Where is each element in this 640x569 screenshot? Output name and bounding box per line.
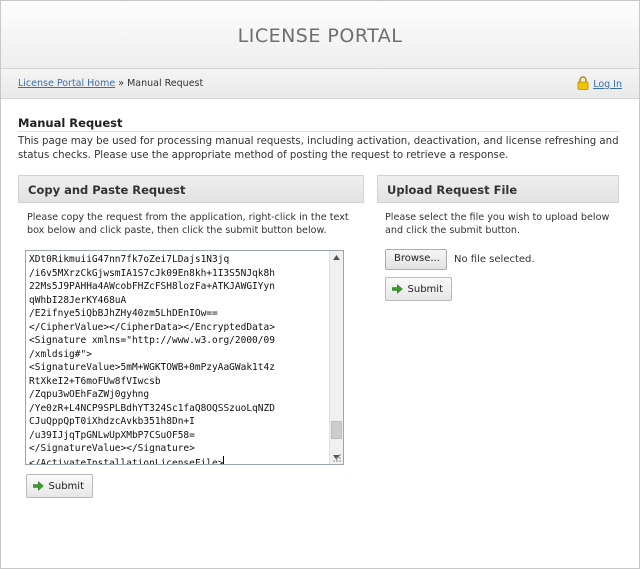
scroll-up-arrow-icon[interactable] bbox=[330, 251, 343, 264]
textarea-line: </SignatureValue></Signature> bbox=[29, 443, 195, 454]
portal-title: LICENSE PORTAL bbox=[237, 25, 403, 47]
submit-paste-button[interactable]: Submit bbox=[26, 474, 93, 498]
page-title: Manual Request bbox=[18, 116, 123, 130]
submit-paste-label: Submit bbox=[48, 480, 84, 492]
submit-upload-label: Submit bbox=[407, 283, 443, 295]
file-status: No file selected. bbox=[454, 254, 535, 265]
textarea-line: /E2ifnye5iQbBJhZHy40zm5LhDEnIOw== bbox=[29, 308, 218, 319]
textarea-line: CJuQppQpT0iXhdzcAvkb351h8Dn+I bbox=[29, 416, 195, 427]
header: LICENSE PORTAL bbox=[1, 1, 639, 69]
request-textarea-content: XDt0RikmuiiG47nn7fk7oZei7LDajs1N3jq /i6v… bbox=[29, 253, 329, 465]
textarea-line: 22Ms5J9PAHHa4AWcobFHZcFSH8lozFa+ATKJAWGI… bbox=[29, 281, 275, 292]
textarea-scrollbar[interactable] bbox=[329, 251, 343, 464]
breadcrumb: License Portal Home » Manual Request bbox=[18, 78, 203, 89]
login-link[interactable]: Log In bbox=[593, 79, 622, 90]
browse-button[interactable]: Browse... bbox=[385, 249, 447, 270]
login-area: Log In bbox=[577, 76, 622, 90]
text-cursor bbox=[223, 455, 225, 464]
breadcrumb-separator: » bbox=[115, 78, 128, 89]
intro-text: This page may be used for processing man… bbox=[18, 136, 619, 161]
breadcrumb-bar: License Portal Home » Manual Request Log… bbox=[1, 69, 639, 99]
textarea-line: </ActivateInstallationLicenseFile> bbox=[29, 457, 224, 465]
scrollbar-thumb[interactable] bbox=[331, 421, 342, 440]
submit-arrow-icon bbox=[392, 284, 403, 294]
request-textarea[interactable]: XDt0RikmuiiG47nn7fk7oZei7LDajs1N3jq /i6v… bbox=[25, 250, 344, 465]
textarea-line: /u39IJjqTpGNLwUpXMbP7CSuOF58= bbox=[29, 429, 195, 441]
textarea-line: /Ye0zR+L4NCP9SPLBdhYT324Sc1faQ8OQSSzuoLq… bbox=[29, 402, 275, 414]
textarea-line: </CipherValue></CipherData></EncryptedDa… bbox=[29, 321, 275, 333]
title-divider bbox=[18, 131, 619, 132]
lock-icon bbox=[577, 76, 589, 90]
submit-arrow-icon bbox=[33, 481, 44, 491]
textarea-line: /xmldsig#"> bbox=[29, 348, 92, 360]
textarea-line: <SignatureValue>5mM+WGKTOWB+0mPzyAaGWak1… bbox=[29, 362, 275, 373]
breadcrumb-current: Manual Request bbox=[127, 78, 204, 89]
breadcrumb-home-link[interactable]: License Portal Home bbox=[18, 78, 115, 89]
textarea-line: <Signature xmlns="http://www.w3.org/2000… bbox=[29, 335, 275, 346]
copy-paste-description: Please copy the request from the applica… bbox=[27, 212, 349, 236]
textarea-line: XDt0RikmuiiG47nn7fk7oZei7LDajs1N3jq bbox=[29, 254, 230, 265]
textarea-line: /i6v5MXrzCkGjwsmIA1S7cJk09En8kh+1I3S5NJq… bbox=[29, 267, 275, 279]
upload-description: Please select the file you wish to uploa… bbox=[385, 212, 610, 236]
textarea-line: RtXkeI2+T6moFUw8fVIwcsb bbox=[29, 375, 161, 387]
resize-grip-icon[interactable] bbox=[332, 453, 342, 463]
submit-upload-button[interactable]: Submit bbox=[385, 277, 452, 301]
textarea-line: /Zqpu3wOEhFaZWj0gyhng bbox=[29, 389, 150, 400]
upload-heading: Upload Request File bbox=[377, 175, 619, 203]
textarea-line: qWhbI28JerKY468uA bbox=[29, 294, 127, 306]
copy-paste-heading: Copy and Paste Request bbox=[18, 175, 364, 203]
